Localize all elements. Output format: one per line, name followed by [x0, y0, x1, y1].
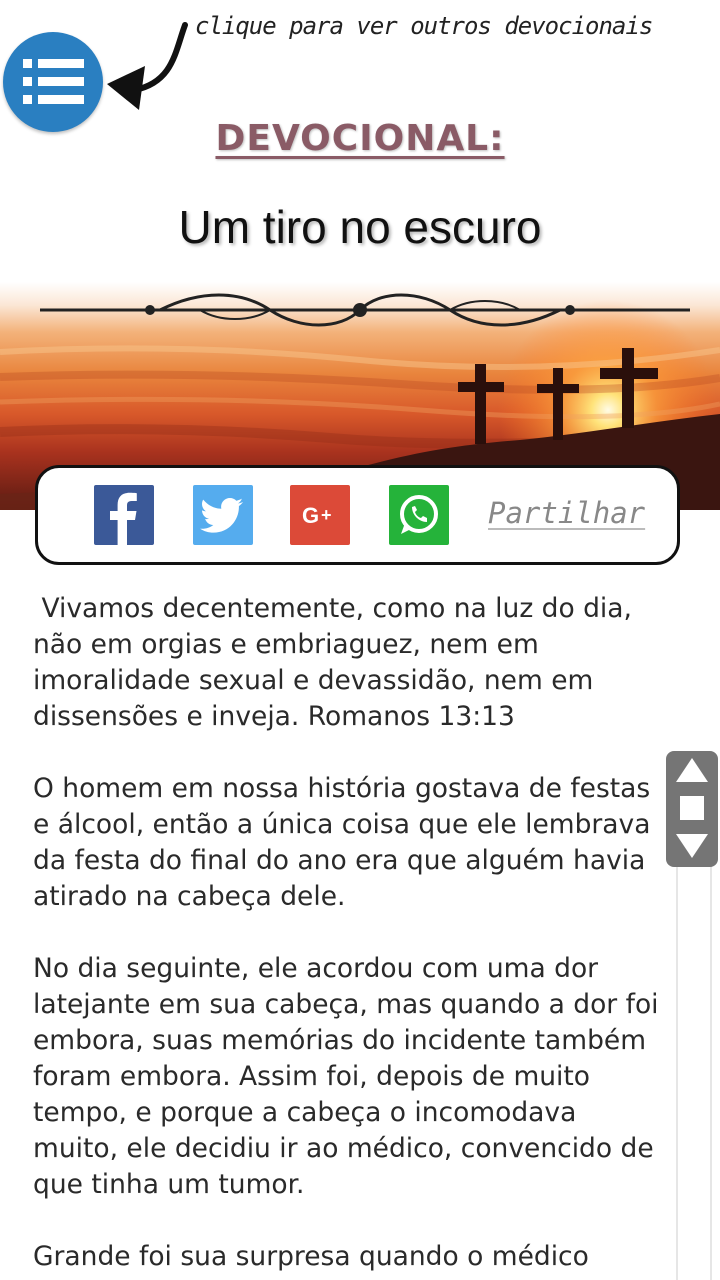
twitter-share-button[interactable] [193, 485, 253, 545]
scroll-down-button[interactable] [666, 827, 718, 865]
whatsapp-share-button[interactable] [389, 485, 449, 545]
scroll-control [666, 751, 718, 867]
scroll-stop-button[interactable] [666, 789, 718, 827]
share-link[interactable]: Partilhar [488, 496, 645, 530]
menu-button[interactable] [3, 32, 103, 132]
share-bar: G + Partilhar [35, 465, 680, 565]
paragraph: O homem em nossa história gostava de fes… [33, 773, 659, 912]
menu-hint-text: clique para ver outros devocionais [195, 12, 653, 40]
bible-verse: Vivamos decentemente, como na luz do dia… [33, 593, 641, 732]
devotional-text: Vivamos decentemente, como na luz do dia… [33, 591, 663, 1280]
curved-arrow-icon [105, 22, 195, 122]
facebook-share-button[interactable] [94, 485, 154, 545]
svg-text:+: + [321, 505, 332, 525]
scroll-track[interactable] [676, 850, 712, 1280]
devotional-label: DEVOCIONAL: [0, 118, 720, 159]
svg-text:G: G [302, 503, 319, 528]
devotional-label-text: DEVOCIONAL: [215, 118, 505, 159]
scroll-up-button[interactable] [666, 751, 718, 789]
paragraph: No dia seguinte, ele acordou com uma dor… [33, 953, 667, 1200]
page-title: Um tiro no escuro [178, 201, 542, 253]
devotional-page: clique para ver outros devocionais DEVOC… [0, 0, 720, 1280]
paragraph: Grande foi sua surpresa quando o médico [33, 1241, 589, 1272]
google-plus-share-button[interactable]: G + [290, 485, 350, 545]
